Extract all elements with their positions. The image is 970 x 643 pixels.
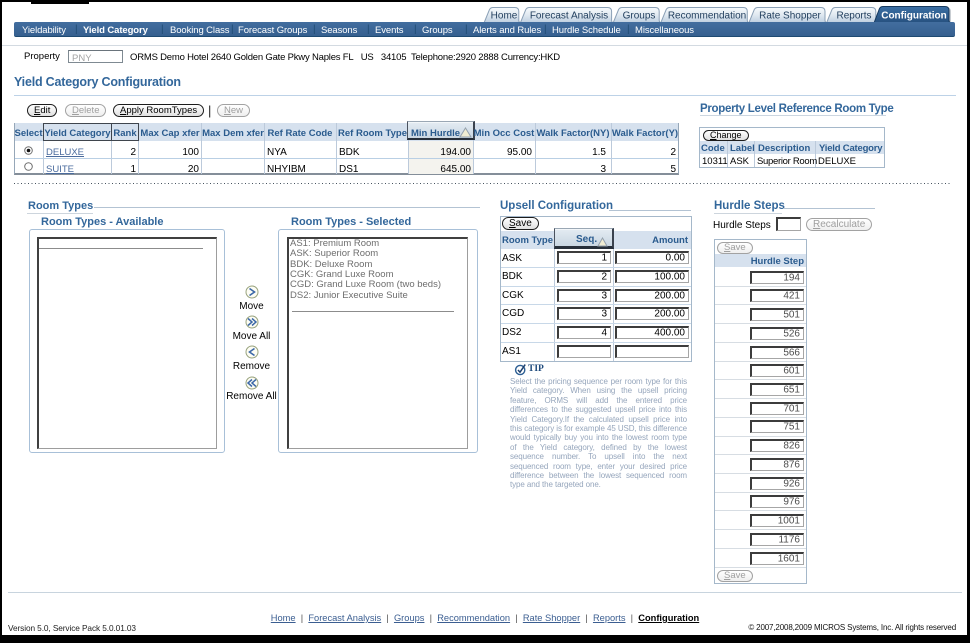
svg-text:Recommendation: Recommendation bbox=[668, 11, 746, 22]
svg-text:Rate Shopper: Rate Shopper bbox=[759, 11, 821, 22]
svg-text:Forecast Analysis: Forecast Analysis bbox=[530, 11, 608, 22]
svg-text:Configuration: Configuration bbox=[881, 11, 947, 22]
svg-text:Reports: Reports bbox=[836, 11, 871, 22]
svg-text:Home: Home bbox=[491, 11, 518, 22]
svg-text:Groups: Groups bbox=[623, 11, 656, 22]
